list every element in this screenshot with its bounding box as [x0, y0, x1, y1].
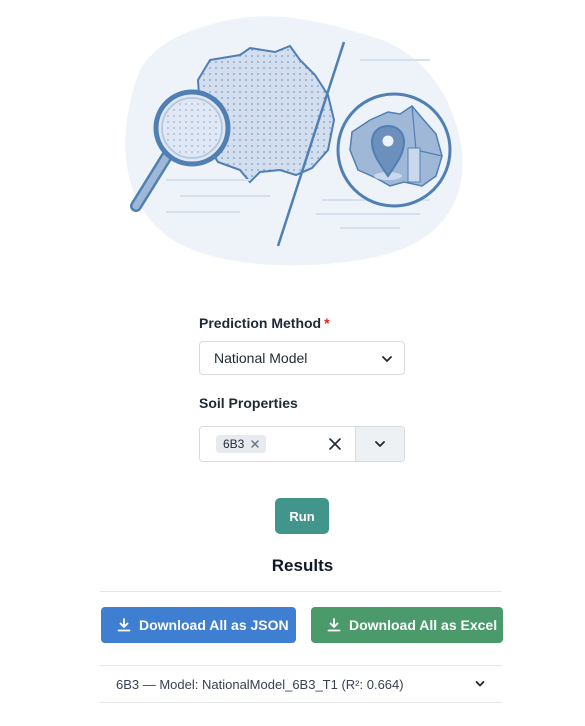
result-item-label: 6B3 — Model: NationalModel_6B3_T1 (R²: 0…	[116, 676, 404, 692]
run-button[interactable]: Run	[275, 498, 329, 534]
download-json-button[interactable]: Download All as JSON	[101, 607, 296, 643]
soil-dropdown-button[interactable]	[355, 427, 404, 461]
prediction-form: Prediction Method * National Model Soil P…	[199, 315, 405, 421]
download-excel-button[interactable]: Download All as Excel	[311, 607, 503, 643]
result-accordion-item[interactable]: 6B3 — Model: NationalModel_6B3_T1 (R²: 0…	[100, 665, 502, 703]
chevron-down-icon	[475, 681, 485, 687]
chevron-down-icon	[375, 441, 385, 447]
chevron-down-icon	[382, 356, 392, 362]
remove-tag-icon[interactable]	[250, 439, 260, 449]
download-icon	[327, 618, 341, 632]
prediction-method-value: National Model	[214, 350, 308, 366]
australia-globe	[336, 92, 452, 208]
required-mark: *	[324, 315, 330, 331]
results-divider	[100, 591, 502, 592]
download-excel-label: Download All as Excel	[349, 617, 498, 633]
download-json-label: Download All as JSON	[139, 617, 289, 633]
prediction-method-select[interactable]: National Model	[199, 341, 405, 375]
clear-icon[interactable]	[328, 437, 342, 451]
soil-properties-multiselect[interactable]: 6B3	[199, 426, 405, 462]
soil-tag: 6B3	[216, 435, 267, 453]
prediction-method-label: Prediction Method *	[199, 315, 330, 331]
hero-illustration	[125, 16, 463, 266]
download-icon	[117, 618, 131, 632]
soil-properties-label: Soil Properties	[199, 395, 298, 411]
results-title: Results	[271, 556, 334, 575]
